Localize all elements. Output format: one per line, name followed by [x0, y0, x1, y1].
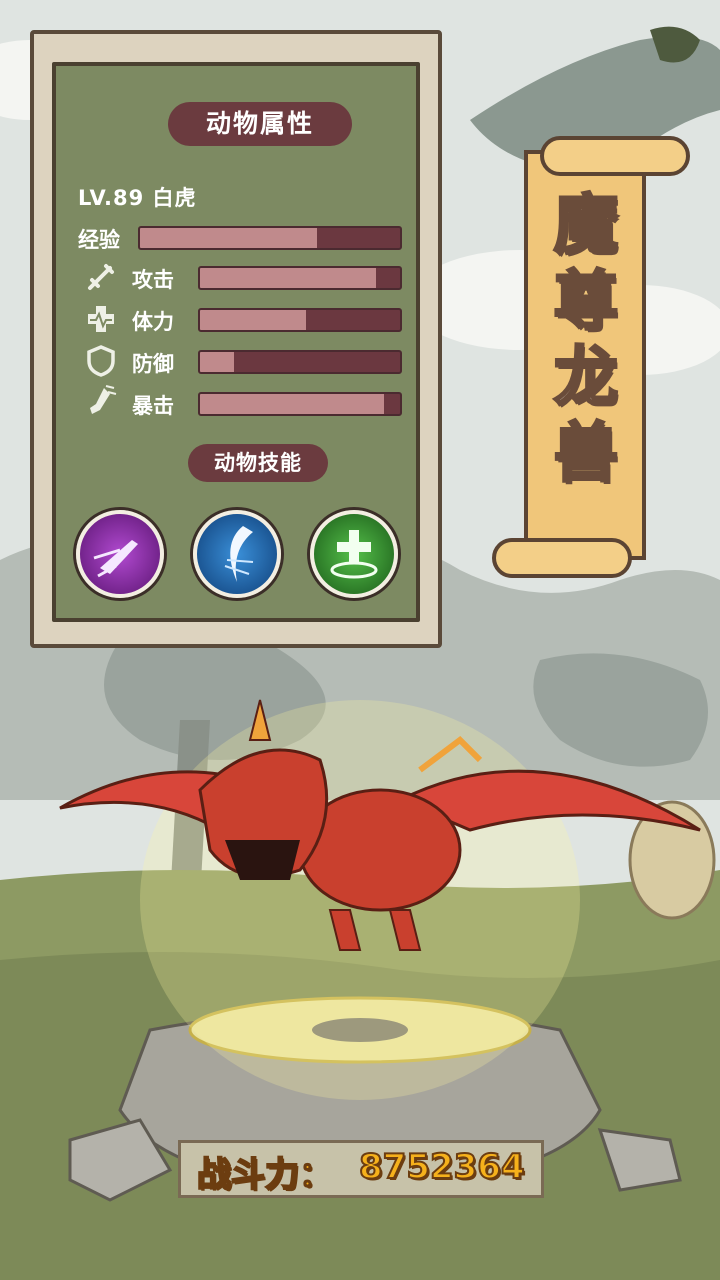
exp-bar-fill [140, 228, 317, 248]
combat-power-value: 8752364 [358, 1146, 526, 1188]
heal-skill-icon[interactable] [310, 510, 398, 598]
scroll-title: 魔尊龙兽 [553, 188, 620, 493]
animal-attributes-panel: 动物属性 LV.89 白虎 经验 攻击 体力 防御 暴击 动物技能 [30, 30, 442, 648]
stat-bar-stamina [198, 308, 402, 332]
panel-title: 动物属性 [168, 102, 352, 146]
stat-label-attack: 攻击 [132, 268, 174, 292]
heal-glyph [330, 530, 378, 579]
stat-bar-defense [198, 350, 402, 374]
skills-title: 动物技能 [188, 444, 328, 482]
stat-label-crit: 暴击 [132, 394, 174, 418]
heart-cross-icon [88, 306, 114, 332]
shield-icon [87, 345, 115, 377]
stat-bar-fill [200, 394, 384, 414]
exp-bar [138, 226, 402, 250]
stat-bar-fill [200, 268, 376, 288]
boot-icon [90, 385, 117, 414]
slash-skill-icon[interactable] [193, 510, 281, 598]
stat-bar-attack [198, 266, 402, 290]
combat-power-box: 战斗力： 8752364 [178, 1140, 544, 1198]
stat-label-defense: 防御 [132, 352, 174, 376]
stat-label-stamina: 体力 [132, 310, 174, 334]
level-text: LV.89 白虎 [78, 186, 197, 210]
scroll-bottom-roll [492, 538, 632, 578]
panel-inner: 动物属性 LV.89 白虎 经验 攻击 体力 防御 暴击 动物技能 [52, 62, 420, 622]
slash-glyph [224, 526, 254, 582]
scroll-top-roll [540, 136, 690, 176]
rocket-skill-icon[interactable] [76, 510, 164, 598]
combat-power-label: 战斗力： [196, 1154, 334, 1196]
exp-label: 经验 [78, 228, 120, 252]
stat-bar-crit [198, 392, 402, 416]
stat-bar-fill [200, 310, 306, 330]
rocket-glyph [93, 540, 138, 578]
stat-bar-fill [200, 352, 234, 372]
sword-icon [88, 264, 114, 290]
